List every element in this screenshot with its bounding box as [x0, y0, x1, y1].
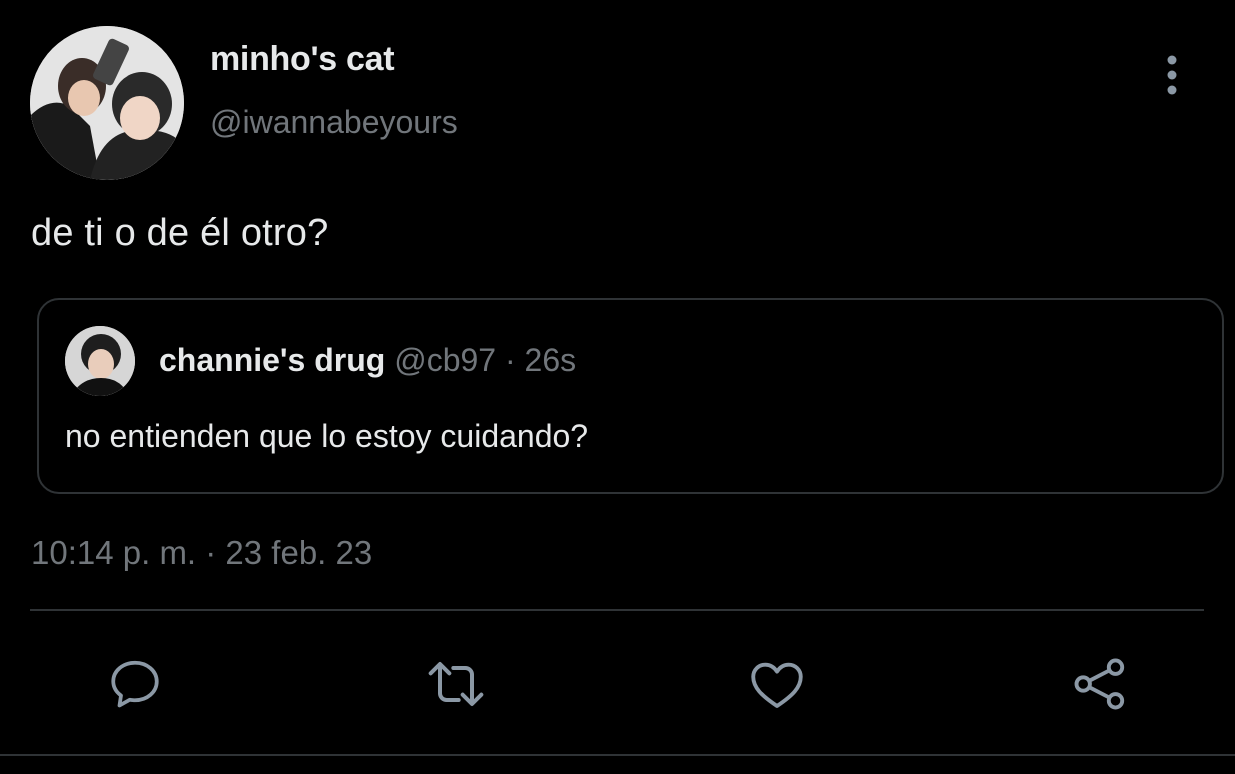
quoted-author-avatar[interactable] — [65, 326, 135, 396]
quoted-tweet-age: 26s — [524, 342, 577, 378]
reply-button[interactable] — [103, 652, 167, 716]
retweet-arrows-icon — [428, 662, 484, 706]
quoted-author-handle: @cb97 — [394, 342, 497, 378]
quoted-tweet-header: channie's drug @cb97 · 26s — [159, 342, 576, 379]
meta-separator: · — [504, 342, 516, 378]
author-handle[interactable]: @iwannabeyours — [210, 104, 458, 141]
share-button[interactable] — [1068, 652, 1132, 716]
more-options-button[interactable] — [1152, 52, 1192, 98]
heart-icon — [751, 662, 803, 708]
retweet-button[interactable] — [424, 652, 488, 716]
speech-bubble-icon — [111, 660, 159, 708]
bottom-divider — [0, 754, 1235, 756]
divider — [30, 609, 1204, 611]
tweet-text: de ti o de él otro? — [31, 212, 329, 254]
avatar-photo — [65, 326, 135, 396]
quoted-tweet-text: no entienden que lo estoy cuidando? — [65, 418, 589, 454]
share-nodes-icon — [1074, 658, 1125, 710]
like-button[interactable] — [745, 652, 809, 716]
avatar-photo — [30, 26, 184, 180]
author-display-name[interactable]: minho's cat — [210, 40, 395, 79]
more-vertical-icon — [1167, 55, 1177, 95]
quoted-tweet-card[interactable]: channie's drug @cb97 · 26s no entienden … — [37, 298, 1224, 494]
tweet-timestamp[interactable]: 10:14 p. m. · 23 feb. 23 — [31, 534, 372, 572]
author-avatar[interactable] — [30, 26, 184, 180]
quoted-author-name: channie's drug — [159, 342, 386, 378]
